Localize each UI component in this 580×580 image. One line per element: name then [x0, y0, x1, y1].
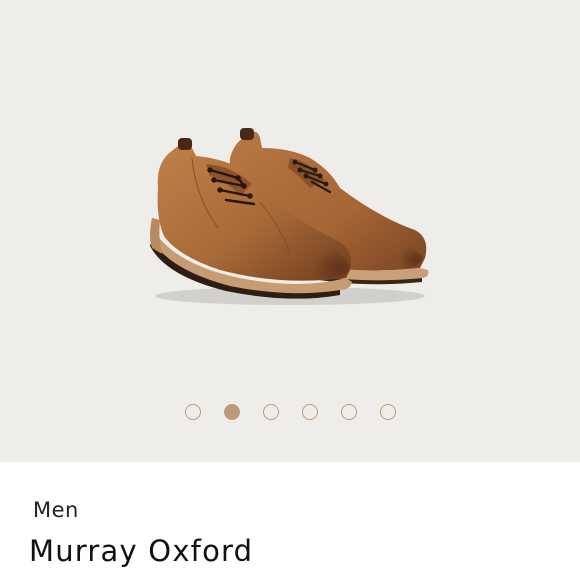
product-image-gallery[interactable] [0, 0, 580, 462]
carousel-dot-3[interactable] [262, 404, 279, 420]
product-info: Men Murray Oxford [0, 462, 580, 580]
product-image[interactable] [140, 118, 440, 318]
carousel-indicator [0, 404, 580, 424]
carousel-dot-1[interactable] [184, 404, 201, 420]
product-category[interactable]: Men [33, 498, 79, 522]
product-page: Men Murray Oxford [0, 0, 580, 580]
carousel-dot-2-active[interactable] [223, 404, 240, 420]
carousel-dot-6[interactable] [379, 404, 396, 420]
carousel-dot-5[interactable] [340, 404, 357, 420]
carousel-dot-4[interactable] [301, 404, 318, 420]
product-title: Murray Oxford [29, 534, 254, 568]
